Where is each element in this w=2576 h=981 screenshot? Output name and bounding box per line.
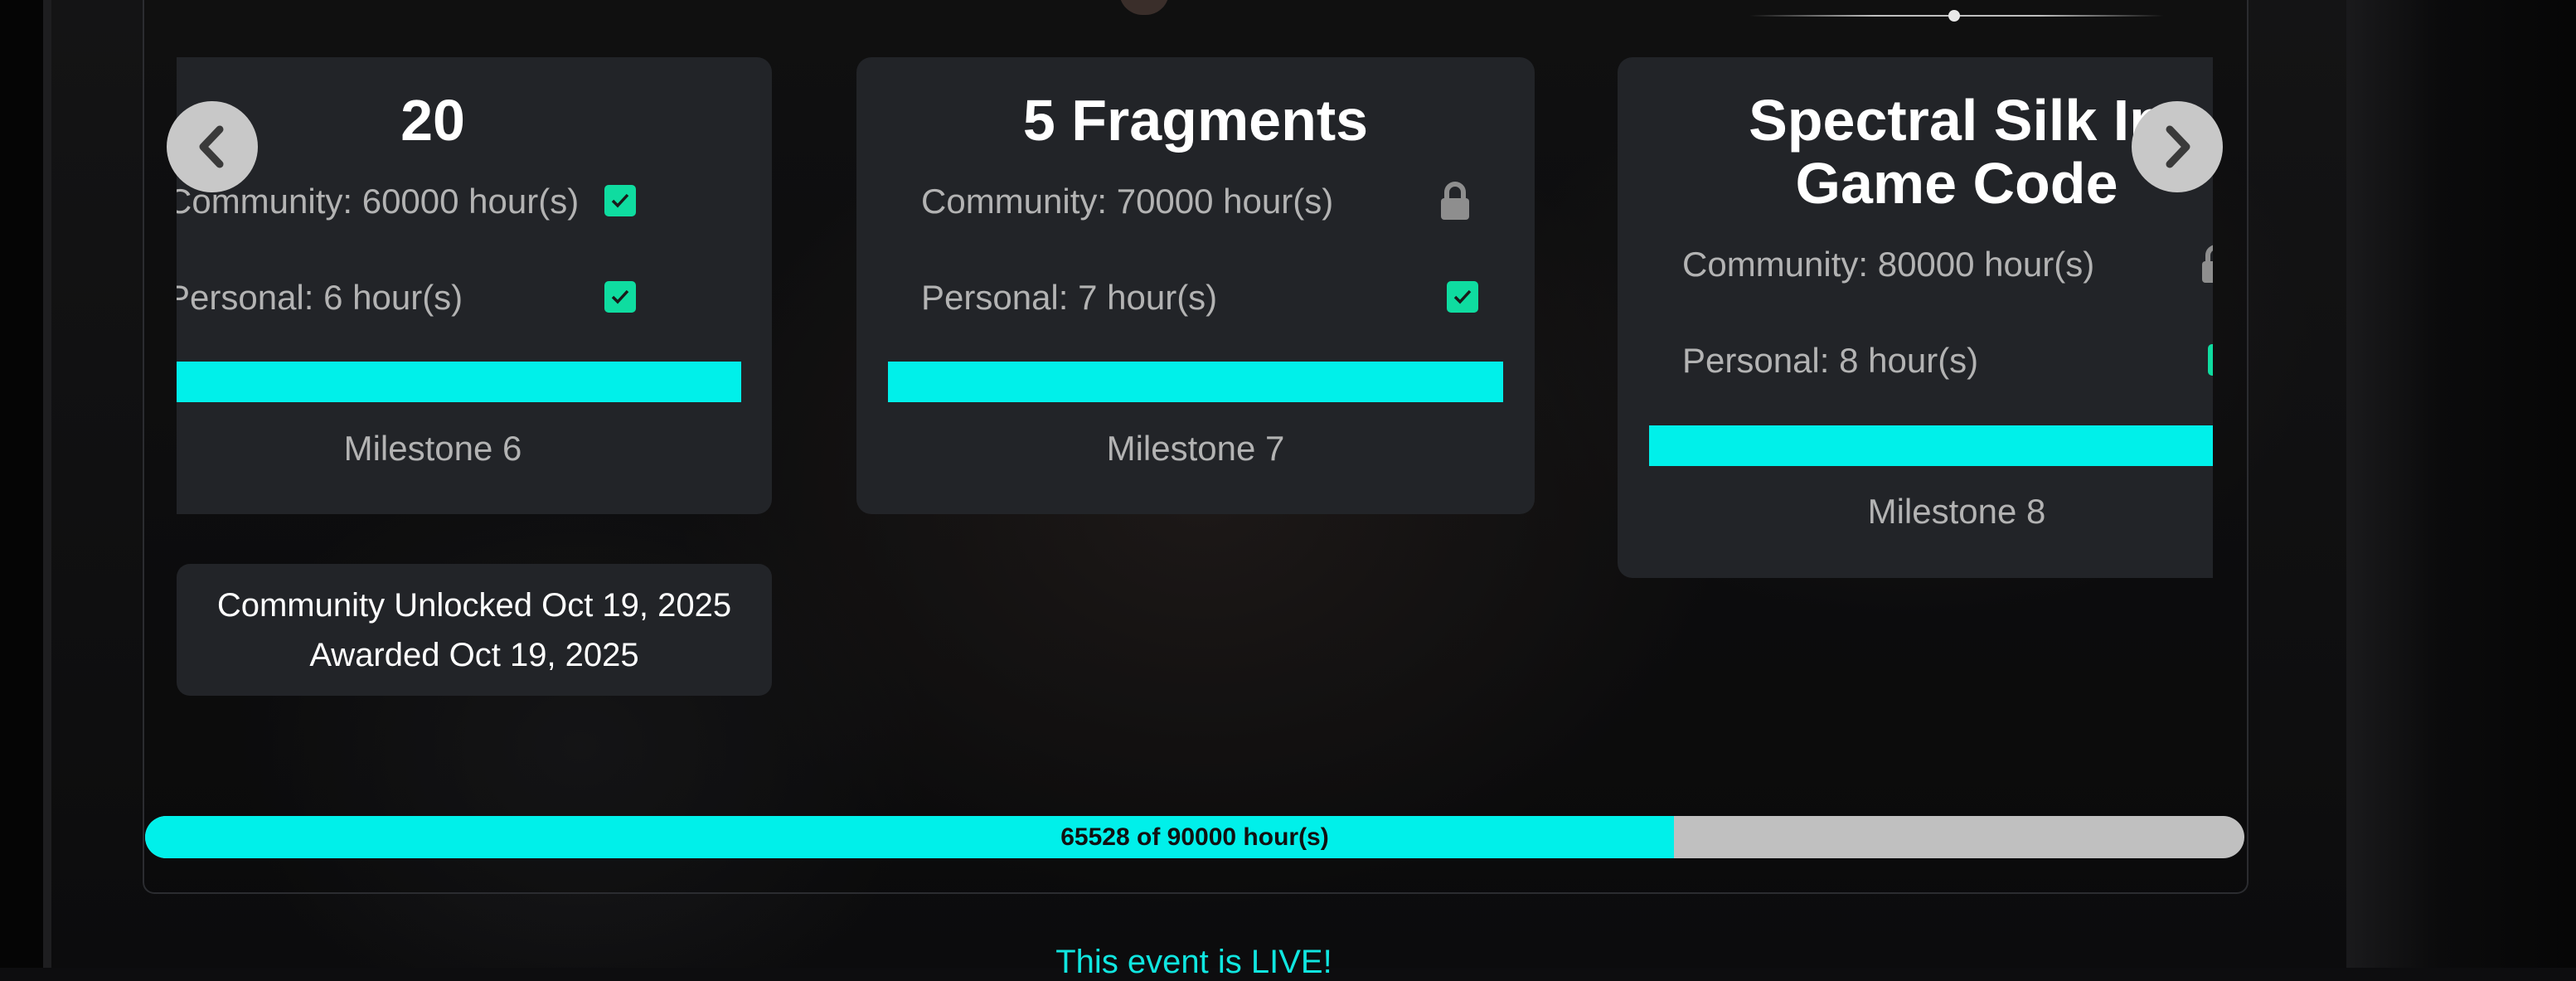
personal-requirement: Personal: 6 hour(s) (177, 278, 463, 317)
card-title: Spectral Silk In (1749, 88, 2165, 153)
milestone-card: 20 Community: 60000 hour(s) Personal: 6 … (177, 57, 772, 514)
milestone-progress-bar (1649, 425, 2213, 466)
milestone-label: Milestone 8 (1867, 492, 2046, 531)
community-requirement: Community: 70000 hour(s) (921, 182, 1334, 221)
card-title-line-2: Game Code (1795, 151, 2118, 216)
community-unlocked-date: Community Unlocked Oct 19, 2025 (216, 587, 732, 624)
card-title: 5 Fragments (1022, 88, 1369, 153)
right-edge (2346, 0, 2576, 968)
awarded-date: Awarded Oct 19, 2025 (309, 637, 639, 673)
chevron-right-icon (2166, 125, 2190, 168)
checkbox-icon (604, 185, 636, 216)
card-title: 20 (400, 88, 465, 153)
milestone-progress-bar (177, 362, 741, 402)
community-progress-label: 65528 of 90000 hour(s) (1060, 823, 1329, 851)
personal-requirement: Personal: 7 hour(s) (921, 278, 1218, 317)
left-edge (0, 0, 43, 968)
milestone-progress-bar (888, 362, 1503, 402)
event-live-status: This event is LIVE! (1055, 944, 1332, 980)
carousel-next-button[interactable] (2132, 101, 2223, 192)
milestone-card: Spectral Silk In Game Code Community: 80… (1618, 57, 2213, 578)
lock-icon (1441, 182, 1469, 220)
community-progress-bar: 65528 of 90000 hour(s) (145, 816, 2244, 858)
milestone-label: Milestone 6 (343, 429, 522, 468)
unlock-info-card: Community Unlocked Oct 19, 2025 Awarded … (177, 564, 772, 696)
community-requirement: Community: 80000 hour(s) (1682, 245, 2095, 284)
chevron-left-icon (199, 125, 224, 168)
left-edge-strip (43, 0, 51, 968)
personal-requirement: Personal: 8 hour(s) (1682, 341, 1979, 380)
lock-icon (2202, 245, 2213, 283)
checkbox-icon (1447, 281, 1478, 313)
carousel-prev-button[interactable] (167, 101, 258, 192)
checkbox-icon (604, 281, 636, 313)
milestone-label: Milestone 7 (1106, 429, 1285, 468)
checkbox-icon (2208, 344, 2213, 376)
milestone-card: 5 Fragments Community: 70000 hour(s) Per… (856, 57, 1535, 514)
